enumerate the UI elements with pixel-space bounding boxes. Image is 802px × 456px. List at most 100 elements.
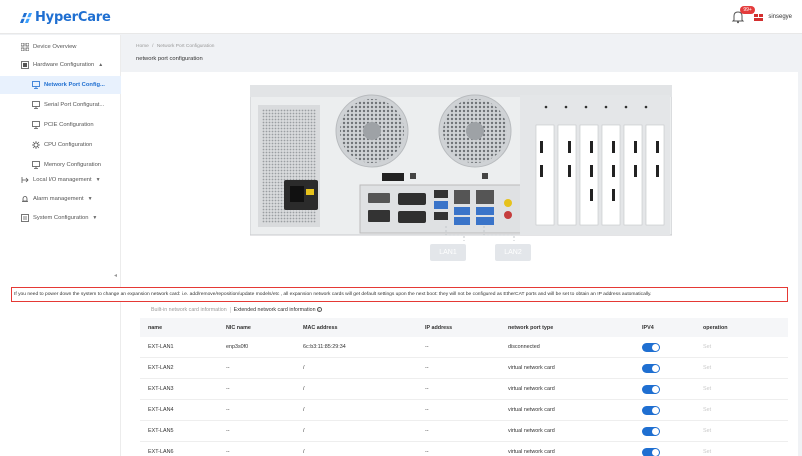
- row-mac-address: /: [303, 365, 305, 371]
- row-name: EXT-LAN1: [148, 344, 174, 350]
- sidebar-item-hardware-configuration[interactable]: Hardware Configuration ▲: [0, 56, 121, 74]
- table-row: EXT-LAN1 enp3s0f0 6c:b3:11:85:29:34 -- d…: [140, 337, 788, 358]
- tab-bar: Built-in network card information Extend…: [148, 307, 325, 313]
- sidebar-item-label: CPU Configuration: [44, 142, 93, 148]
- row-ip-address: --: [425, 407, 429, 413]
- sidebar: Device Overview Hardware Configuration ▲…: [0, 35, 121, 456]
- row-port-type: virtual network card: [508, 407, 555, 413]
- hypercare-logo-icon: [19, 12, 32, 23]
- lan2-label[interactable]: LAN2: [495, 244, 531, 261]
- row-port-type: disconnected: [508, 344, 540, 350]
- column-header-mac-address: MAC address: [303, 324, 338, 331]
- row-port-type: virtual network card: [508, 449, 555, 455]
- sidebar-item-system-configuration[interactable]: System Configuration ▼: [0, 209, 121, 227]
- top-header: HyperCare 99+ sinsegye: [0, 0, 802, 34]
- app-name: HyperCare: [35, 10, 111, 25]
- tab-built-in-network-card[interactable]: Built-in network card information: [148, 307, 230, 313]
- set-button[interactable]: Set: [703, 400, 711, 420]
- row-ip-address: --: [425, 449, 429, 455]
- sidebar-item-label: Serial Port Configurat...: [44, 102, 105, 108]
- sidebar-item-local-io-management[interactable]: Local I/O management ▼: [0, 171, 121, 189]
- toggle-switch[interactable]: [642, 384, 660, 394]
- alarm-icon: [20, 195, 29, 204]
- breadcrumb-separator: /: [152, 44, 154, 49]
- ipv4-toggle[interactable]: [642, 421, 660, 441]
- user-name[interactable]: sinsegye: [768, 14, 792, 20]
- toggle-switch[interactable]: [642, 447, 660, 456]
- sidebar-item-serial-port-configuration[interactable]: Serial Port Configurat...: [0, 96, 121, 114]
- toggle-switch[interactable]: [642, 363, 660, 373]
- column-header-name: name: [148, 324, 163, 331]
- sidebar-item-network-port-configuration[interactable]: Network Port Config...: [0, 76, 121, 94]
- ipv4-toggle[interactable]: [642, 379, 660, 399]
- set-button[interactable]: Set: [703, 421, 711, 441]
- row-mac-address: /: [303, 428, 305, 434]
- lan1-label[interactable]: LAN1: [430, 244, 466, 261]
- sidebar-collapse-icon[interactable]: ◂: [114, 272, 121, 284]
- column-header-ipv4: IPV4: [642, 324, 654, 331]
- chevron-up-icon: ▲: [98, 62, 104, 68]
- pcie-icon: [31, 121, 40, 130]
- row-port-type: virtual network card: [508, 365, 555, 371]
- serial-port-icon: [31, 101, 40, 110]
- notification-bell-icon[interactable]: 99+: [731, 6, 755, 24]
- hardware-icon: [20, 61, 29, 70]
- sidebar-item-label: Hardware Configuration: [33, 62, 95, 68]
- sidebar-item-alarm-management[interactable]: Alarm management ▼: [0, 190, 121, 208]
- sidebar-item-label: Network Port Config...: [44, 82, 105, 88]
- set-button[interactable]: Set: [703, 358, 711, 378]
- table-header: name NIC name MAC address IP address net…: [140, 318, 788, 337]
- sidebar-item-pcie-configuration[interactable]: PCIE Configuration: [0, 116, 121, 134]
- page-title: network port configuration: [136, 56, 203, 62]
- row-mac-address: /: [303, 407, 305, 413]
- set-button[interactable]: Set: [703, 337, 711, 357]
- io-icon: [20, 176, 29, 185]
- row-name: EXT-LAN4: [148, 407, 174, 413]
- row-nic-name: enp3s0f0: [226, 344, 249, 350]
- table-row: EXT-LAN5 -- / -- virtual network card Se…: [140, 421, 788, 442]
- tab-extended-network-card[interactable]: Extended network card information i: [229, 307, 325, 313]
- column-header-operation: operation: [703, 324, 728, 331]
- toggle-switch[interactable]: [642, 342, 660, 352]
- network-port-icon: [31, 81, 40, 90]
- row-mac-address: /: [303, 449, 305, 455]
- row-nic-name: --: [226, 428, 230, 434]
- row-ip-address: --: [425, 428, 429, 434]
- sidebar-item-label: System Configuration: [33, 215, 89, 221]
- sidebar-item-label: Device Overview: [33, 44, 77, 50]
- column-header-nic-name: NIC name: [226, 324, 251, 331]
- ipv4-toggle[interactable]: [642, 358, 660, 378]
- table-row: EXT-LAN2 -- / -- virtual network card Se…: [140, 358, 788, 379]
- warning-text: If you need to power down the system to …: [14, 292, 652, 297]
- breadcrumb-home[interactable]: Home: [136, 44, 149, 49]
- table-row: EXT-LAN4 -- / -- virtual network card Se…: [140, 400, 788, 421]
- warning-message: If you need to power down the system to …: [11, 287, 788, 302]
- app-logo[interactable]: HyperCare: [18, 10, 111, 25]
- toggle-switch[interactable]: [642, 426, 660, 436]
- sidebar-item-device-overview[interactable]: Device Overview: [0, 38, 121, 56]
- row-name: EXT-LAN2: [148, 365, 174, 371]
- table-row: EXT-LAN3 -- / -- virtual network card Se…: [140, 379, 788, 400]
- row-name: EXT-LAN6: [148, 449, 174, 455]
- ipv4-toggle[interactable]: [642, 442, 660, 456]
- row-port-type: virtual network card: [508, 428, 555, 434]
- sidebar-item-cpu-configuration[interactable]: CPU Configuration: [0, 136, 121, 154]
- user-company-logo-icon: [753, 12, 765, 22]
- chevron-down-icon: ▼: [87, 196, 93, 202]
- toggle-switch[interactable]: [642, 405, 660, 415]
- sidebar-item-label: PCIE Configuration: [44, 122, 94, 128]
- breadcrumb: Home / Network Port Configuration: [136, 44, 214, 49]
- info-icon[interactable]: i: [316, 307, 322, 313]
- tab-label: Extended network card information: [233, 307, 316, 313]
- row-name: EXT-LAN5: [148, 428, 174, 434]
- set-button[interactable]: Set: [703, 442, 711, 456]
- set-button[interactable]: Set: [703, 379, 711, 399]
- sidebar-item-label: Memory Configuration: [44, 162, 102, 168]
- notification-badge: 99+: [740, 6, 755, 14]
- memory-icon: [31, 161, 40, 170]
- row-mac-address: 6c:b3:11:85:29:34: [303, 344, 346, 350]
- row-ip-address: --: [425, 365, 429, 371]
- ipv4-toggle[interactable]: [642, 400, 660, 420]
- row-nic-name: --: [226, 449, 230, 455]
- ipv4-toggle[interactable]: [642, 337, 660, 357]
